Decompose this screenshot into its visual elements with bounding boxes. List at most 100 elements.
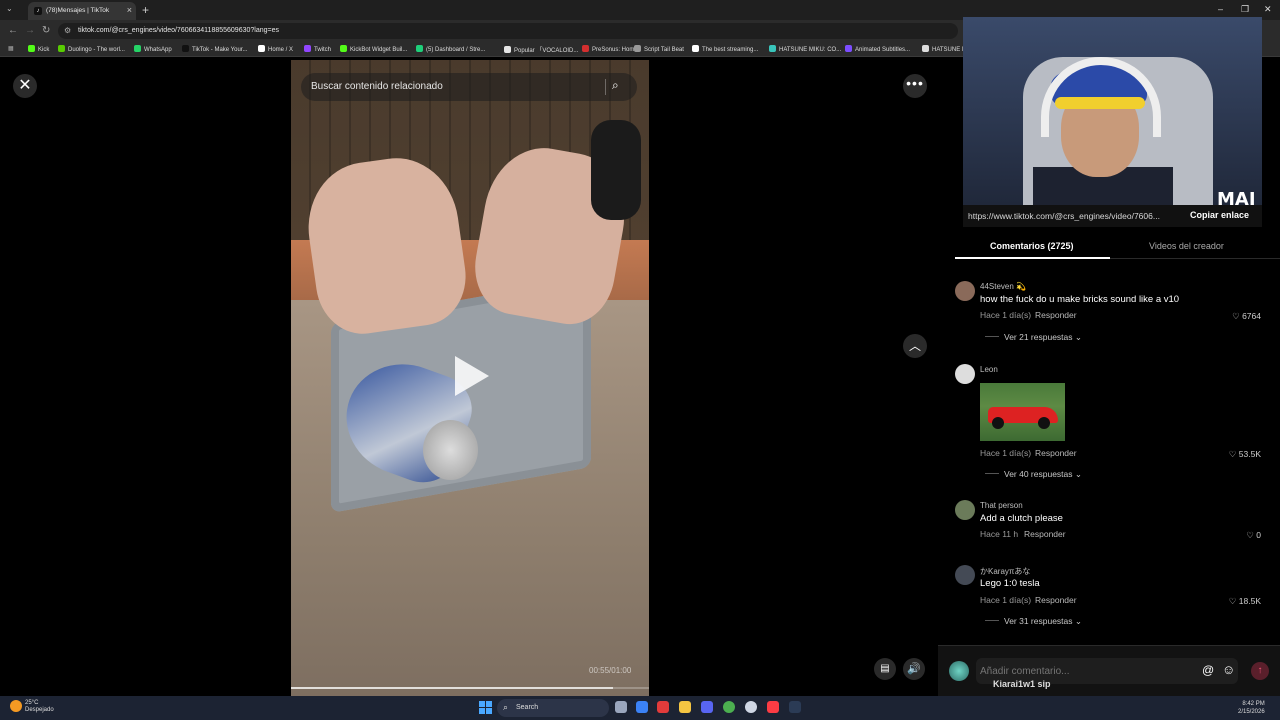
emoji-icon[interactable]: ☺ bbox=[1222, 662, 1235, 677]
comment-item: 44Steven 💫 how the fuck do u make bricks… bbox=[955, 281, 1275, 351]
bookmark-label: PreSonus: Home bbox=[592, 47, 638, 53]
edge-icon[interactable] bbox=[636, 701, 648, 713]
view-replies-label: Ver 21 respuestas bbox=[1004, 332, 1073, 342]
comment-item: かKarayπあな Lego 1:0 tesla Hace 1 día(s) R… bbox=[955, 565, 1275, 635]
send-button[interactable]: ↑ bbox=[1251, 662, 1269, 680]
windows-start-button[interactable] bbox=[479, 701, 492, 714]
view-replies-button[interactable]: Ver 40 respuestas ⌄ bbox=[985, 469, 1082, 480]
like-count-value: 6764 bbox=[1242, 311, 1261, 321]
bookmark-item[interactable]: Duolingo - The worl... bbox=[58, 45, 125, 53]
reply-button[interactable]: Responder bbox=[1035, 310, 1077, 320]
previous-video-button[interactable]: ︿ bbox=[903, 334, 927, 358]
view-replies-button[interactable]: Ver 31 respuestas ⌄ bbox=[985, 616, 1082, 627]
minimize-icon[interactable]: – bbox=[1218, 4, 1223, 14]
chevron-down-icon: ⌄ bbox=[1074, 469, 1083, 479]
bookmark-item[interactable]: Twitch bbox=[304, 45, 331, 53]
like-count-value: 18.5K bbox=[1238, 596, 1261, 606]
view-replies-button[interactable]: Ver 21 respuestas ⌄ bbox=[985, 332, 1082, 343]
music-icon[interactable] bbox=[767, 701, 779, 713]
new-tab-button[interactable]: + bbox=[142, 3, 149, 17]
system-clock[interactable]: 8:42 PM 2/15/2026 bbox=[1238, 700, 1265, 716]
bookmark-item[interactable]: PreSonus: Home bbox=[582, 45, 638, 53]
bookmark-item[interactable]: WhatsApp bbox=[134, 45, 172, 53]
settings-icon[interactable] bbox=[745, 701, 757, 713]
heart-icon: ♡ bbox=[1228, 596, 1239, 606]
tab-comments[interactable]: Comentarios (2725) bbox=[990, 241, 1074, 251]
bookmark-label: Duolingo - The worl... bbox=[68, 47, 125, 53]
bookmark-item[interactable]: Kick bbox=[28, 45, 49, 53]
comment-input-bar: @ ☺ ↑ bbox=[938, 645, 1280, 696]
comment-time: Hace 1 día(s) bbox=[980, 448, 1032, 458]
chrome-icon[interactable] bbox=[723, 701, 735, 713]
more-options-button[interactable]: ••• bbox=[903, 74, 927, 98]
avatar[interactable] bbox=[955, 500, 975, 520]
like-count[interactable]: ♡ 18.5K bbox=[1229, 596, 1261, 607]
copy-link-button[interactable]: Copiar enlace bbox=[1190, 210, 1249, 220]
reload-icon[interactable]: ↻ bbox=[42, 25, 50, 36]
obs-icon[interactable] bbox=[657, 701, 669, 713]
video-player[interactable]: Buscar contenido relacionado ⌕ 00:55/01:… bbox=[291, 60, 649, 696]
bookmark-label: Popular 「VOCALOID... bbox=[514, 48, 579, 54]
back-icon[interactable]: ← bbox=[8, 25, 18, 36]
task-view-icon[interactable] bbox=[615, 701, 627, 713]
like-count[interactable]: ♡ 6764 bbox=[1232, 311, 1261, 322]
bookmark-item[interactable]: Script Tail Beat bbox=[634, 45, 684, 53]
avatar[interactable] bbox=[955, 565, 975, 585]
comment-username[interactable]: Leon bbox=[980, 365, 998, 374]
comment-image-f1-car[interactable] bbox=[980, 383, 1065, 441]
bookmark-item[interactable]: HATSUNE MIKU: CO... bbox=[769, 45, 841, 53]
file-explorer-icon[interactable] bbox=[679, 701, 691, 713]
discord-icon[interactable] bbox=[701, 701, 713, 713]
heart-icon: ♡ bbox=[1228, 449, 1239, 459]
app-icon[interactable] bbox=[789, 701, 801, 713]
bookmark-item[interactable]: TikTok - Make Your... bbox=[182, 45, 247, 53]
bookmark-item[interactable]: (5) Dashboard / Stre... bbox=[416, 45, 485, 53]
related-search-bar[interactable]: Buscar contenido relacionado ⌕ bbox=[301, 73, 637, 101]
mention-icon[interactable]: @ bbox=[1202, 663, 1214, 677]
reply-button[interactable]: Responder bbox=[1035, 595, 1077, 605]
browser-tab[interactable]: ♪ (78)Mensajes | TikTok × bbox=[28, 2, 136, 20]
share-link[interactable]: https://www.tiktok.com/@crs_engines/vide… bbox=[968, 211, 1183, 221]
tab-creator-videos[interactable]: Videos del creador bbox=[1149, 241, 1224, 251]
bookmark-item[interactable]: HATSUNE M bbox=[922, 45, 967, 53]
tab-search-icon[interactable]: ⌄ bbox=[6, 4, 13, 13]
site-info-icon[interactable]: ⚙ bbox=[64, 26, 71, 35]
like-count[interactable]: ♡ 0 bbox=[1246, 530, 1261, 541]
like-count-value: 0 bbox=[1256, 530, 1261, 540]
reply-button[interactable]: Responder bbox=[1024, 529, 1066, 539]
weather-condition: Despejado bbox=[25, 707, 54, 713]
reply-button[interactable]: Responder bbox=[1035, 448, 1077, 458]
maximize-icon[interactable]: ❐ bbox=[1241, 4, 1249, 15]
captions-button[interactable]: ▤ bbox=[874, 658, 896, 680]
stream-logo: MAI bbox=[1217, 189, 1256, 205]
close-window-icon[interactable]: ✕ bbox=[1264, 4, 1272, 15]
play-icon[interactable] bbox=[455, 356, 489, 396]
chevron-down-icon: ⌄ bbox=[1074, 616, 1083, 626]
close-tab-icon[interactable]: × bbox=[127, 5, 132, 15]
apps-icon[interactable]: ▦ bbox=[8, 45, 14, 52]
video-progress-bar[interactable] bbox=[291, 687, 649, 689]
volume-button[interactable]: 🔊 bbox=[903, 658, 925, 680]
related-search-placeholder: Buscar contenido relacionado bbox=[311, 81, 443, 92]
bookmark-item[interactable]: The best streaming... bbox=[692, 45, 758, 53]
taskbar-search[interactable]: ⌕ Search bbox=[497, 699, 609, 717]
bookmark-item[interactable]: Home / X bbox=[258, 45, 293, 53]
bookmark-item[interactable]: KickBot Widget Buil... bbox=[340, 45, 407, 53]
bookmark-label: KickBot Widget Buil... bbox=[350, 47, 408, 53]
comment-username[interactable]: That person bbox=[980, 501, 1023, 510]
avatar[interactable] bbox=[949, 661, 969, 681]
close-button[interactable]: ✕ bbox=[13, 74, 37, 98]
tiktok-icon: ♪ bbox=[34, 7, 42, 15]
url-field[interactable]: ⚙ tiktok.com/@crs_engines/video/76066341… bbox=[58, 23, 958, 39]
bookmark-item[interactable]: Popular 「VOCALOID... bbox=[504, 45, 578, 54]
bookmark-label: (5) Dashboard / Stre... bbox=[426, 47, 486, 53]
comment-username[interactable]: かKarayπあな bbox=[980, 566, 1030, 577]
bookmark-item[interactable]: Animated Subtitles... bbox=[845, 45, 910, 53]
avatar[interactable] bbox=[955, 281, 975, 301]
active-tab-underline bbox=[955, 257, 1110, 259]
search-icon[interactable]: ⌕ bbox=[612, 78, 619, 93]
avatar[interactable] bbox=[955, 364, 975, 384]
comment-username[interactable]: 44Steven 💫 bbox=[980, 282, 1026, 291]
forward-icon[interactable]: → bbox=[25, 25, 35, 36]
like-count[interactable]: ♡ 53.5K bbox=[1229, 449, 1261, 460]
